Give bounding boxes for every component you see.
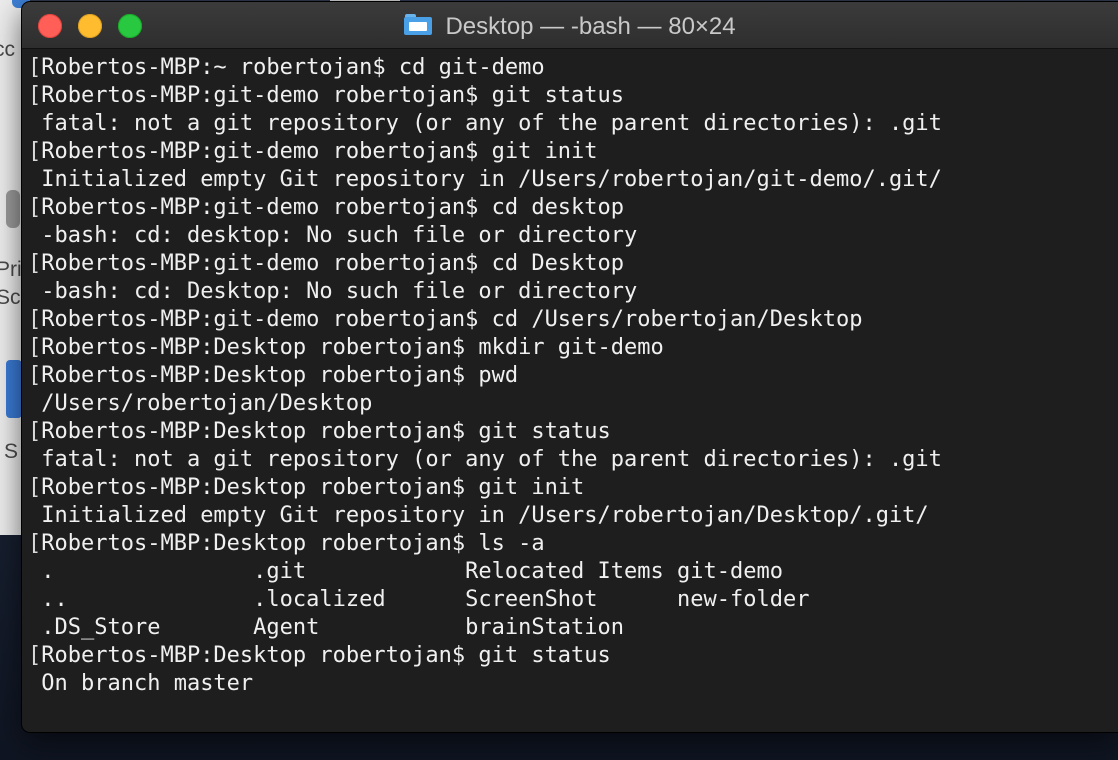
terminal-output-line: Initialized empty Git repository in /Use… <box>28 166 1118 194</box>
terminal-line-text: Robertos-MBP:git-demo robertojan$ cd /Us… <box>41 307 863 332</box>
line-marker: [ <box>28 139 42 164</box>
background-window-text: Sc <box>0 286 21 309</box>
terminal-line-text: Robertos-MBP:git-demo robertojan$ git st… <box>41 83 625 108</box>
background-window-text: S <box>4 440 19 463</box>
background-window-selection <box>6 360 22 418</box>
terminal-line-text: .DS_Store Agent brainStation <box>41 615 625 640</box>
terminal-line-text: On branch master <box>41 671 254 696</box>
terminal-prompt-line: [Robertos-MBP:git-demo robertojan$ cd De… <box>28 250 1118 278</box>
terminal-prompt-line: [Robertos-MBP:git-demo robertojan$ git s… <box>28 82 1118 110</box>
line-marker: [ <box>28 83 42 108</box>
terminal-line-text: Robertos-MBP:Desktop robertojan$ ls -a <box>41 531 545 556</box>
terminal-line-text: Robertos-MBP:git-demo robertojan$ cd Des… <box>41 251 625 276</box>
terminal-line-text: fatal: not a git repository (or any of t… <box>41 111 942 136</box>
terminal-output[interactable]: [Robertos-MBP:~ robertojan$ cd git-demo[… <box>22 54 1118 732</box>
terminal-line-text: -bash: cd: desktop: No such file or dire… <box>41 223 638 248</box>
terminal-output-line: . .git Relocated Items git-demo <box>28 558 1118 586</box>
terminal-line-text: Initialized empty Git repository in /Use… <box>41 167 942 192</box>
terminal-line-text: -bash: cd: Desktop: No such file or dire… <box>41 279 638 304</box>
terminal-output-line: On branch master <box>28 670 1118 698</box>
terminal-prompt-line: [Robertos-MBP:git-demo robertojan$ cd de… <box>28 194 1118 222</box>
line-marker: [ <box>28 363 42 388</box>
terminal-line-text: Initialized empty Git repository in /Use… <box>41 503 929 528</box>
terminal-output-line: .. .localized ScreenShot new-folder <box>28 586 1118 614</box>
line-marker: [ <box>28 643 42 668</box>
terminal-line-text: Robertos-MBP:Desktop robertojan$ mkdir g… <box>41 335 664 360</box>
terminal-prompt-line: [Robertos-MBP:Desktop robertojan$ mkdir … <box>28 334 1118 362</box>
line-marker: [ <box>28 419 42 444</box>
terminal-line-text: Robertos-MBP:Desktop robertojan$ pwd <box>41 363 519 388</box>
background-window-text: Pri <box>0 258 22 281</box>
terminal-output-line: Initialized empty Git repository in /Use… <box>28 502 1118 530</box>
terminal-line-text: Robertos-MBP:git-demo robertojan$ cd des… <box>41 195 625 220</box>
terminal-output-line: -bash: cd: Desktop: No such file or dire… <box>28 278 1118 306</box>
terminal-prompt-line: [Robertos-MBP:~ robertojan$ cd git-demo <box>28 54 1118 82</box>
line-marker: [ <box>28 475 42 500</box>
terminal-line-text: Robertos-MBP:~ robertojan$ cd git-demo <box>41 55 545 80</box>
terminal-line-text: Robertos-MBP:git-demo robertojan$ git in… <box>41 139 598 164</box>
line-marker: [ <box>28 195 42 220</box>
line-marker: [ <box>28 335 42 360</box>
terminal-prompt-line: [Robertos-MBP:Desktop robertojan$ git st… <box>28 642 1118 670</box>
line-marker: [ <box>28 251 42 276</box>
terminal-output-line: -bash: cd: desktop: No such file or dire… <box>28 222 1118 250</box>
background-window-text: cc <box>0 38 15 61</box>
folder-icon <box>404 14 433 35</box>
terminal-line-text: .. .localized ScreenShot new-folder <box>41 587 810 612</box>
terminal-output-line: /Users/robertojan/Desktop <box>28 390 1118 418</box>
terminal-line-text: /Users/robertojan/Desktop <box>41 391 373 416</box>
terminal-prompt-line: [Robertos-MBP:git-demo robertojan$ cd /U… <box>28 306 1118 334</box>
line-marker: [ <box>28 531 42 556</box>
terminal-prompt-line: [Robertos-MBP:Desktop robertojan$ git in… <box>28 474 1118 502</box>
terminal-window[interactable]: Desktop — -bash — 80×24 [Robertos-MBP:~ … <box>22 2 1118 732</box>
background-window-toggle <box>6 190 20 228</box>
terminal-output-line: fatal: not a git repository (or any of t… <box>28 446 1118 474</box>
window-title-text: Desktop — -bash — 80×24 <box>445 12 736 40</box>
terminal-line-text: Robertos-MBP:Desktop robertojan$ git sta… <box>41 643 611 668</box>
terminal-prompt-line: [Robertos-MBP:Desktop robertojan$ pwd <box>28 362 1118 390</box>
terminal-output-line: fatal: not a git repository (or any of t… <box>28 110 1118 138</box>
terminal-output-line: .DS_Store Agent brainStation <box>28 614 1118 642</box>
terminal-line-text: fatal: not a git repository (or any of t… <box>41 447 942 472</box>
terminal-prompt-line: [Robertos-MBP:Desktop robertojan$ ls -a <box>28 530 1118 558</box>
terminal-line-text: Robertos-MBP:Desktop robertojan$ git sta… <box>41 419 611 444</box>
terminal-line-text: . .git Relocated Items git-demo <box>41 559 783 584</box>
line-marker: [ <box>28 55 42 80</box>
terminal-prompt-line: [Robertos-MBP:git-demo robertojan$ git i… <box>28 138 1118 166</box>
title-bar[interactable]: Desktop — -bash — 80×24 <box>22 2 1118 49</box>
terminal-line-text: Robertos-MBP:Desktop robertojan$ git ini… <box>41 475 585 500</box>
line-marker: [ <box>28 307 42 332</box>
window-title: Desktop — -bash — 80×24 <box>22 11 1118 41</box>
terminal-prompt-line: [Robertos-MBP:Desktop robertojan$ git st… <box>28 418 1118 446</box>
